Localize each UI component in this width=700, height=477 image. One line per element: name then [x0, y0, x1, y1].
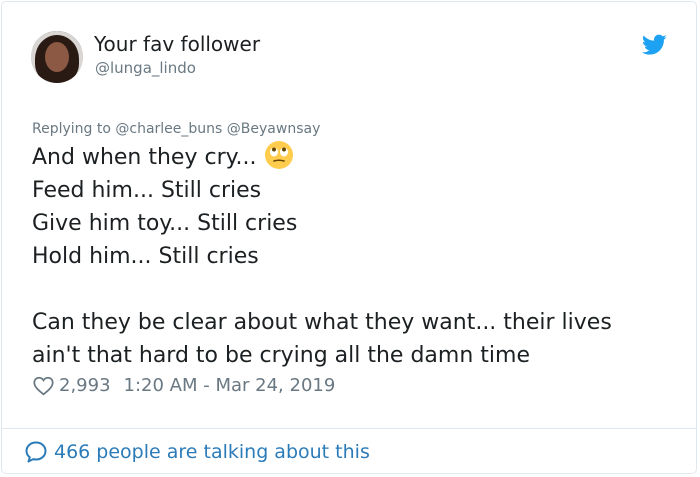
- tweet-meta: 2,993 1:20 AM - Mar 24, 2019: [33, 375, 335, 396]
- tweet-line: Can they be clear about what they want..…: [32, 310, 612, 335]
- reply-mentions[interactable]: @charlee_buns @Beyawnsay: [115, 121, 320, 137]
- conversation-link-text[interactable]: 466 people are talking about this: [54, 441, 370, 463]
- like-count[interactable]: 2,993: [59, 375, 111, 396]
- heart-icon[interactable]: [33, 376, 54, 396]
- avatar-face: [45, 42, 69, 72]
- user-handle[interactable]: @lunga_lindo: [95, 59, 196, 77]
- conversation-link[interactable]: 466 people are talking about this: [24, 440, 370, 464]
- tweet-line: Hold him... Still cries: [32, 244, 259, 269]
- timestamp[interactable]: 1:20 AM - Mar 24, 2019: [124, 375, 336, 396]
- rolling-eyes-emoji: [265, 141, 294, 169]
- tweet-line: Feed him... Still cries: [32, 178, 262, 203]
- tweet-text: And when they cry... Feed him... Still c…: [32, 141, 612, 372]
- divider: [1, 428, 697, 429]
- tweet-line: And when they cry...: [32, 141, 612, 174]
- tweet-line: Give him toy... Still cries: [32, 211, 298, 236]
- tweet-line: ain't that hard to be crying all the dam…: [32, 343, 530, 368]
- display-name[interactable]: Your fav follower: [94, 32, 260, 56]
- twitter-bird-icon[interactable]: [642, 34, 667, 56]
- avatar[interactable]: [31, 31, 83, 83]
- reply-context: Replying to @charlee_buns @Beyawnsay: [32, 121, 320, 137]
- speech-bubble-icon: [25, 441, 47, 463]
- tweet-line-text: And when they cry...: [32, 145, 257, 170]
- reply-prefix: Replying to: [32, 121, 111, 137]
